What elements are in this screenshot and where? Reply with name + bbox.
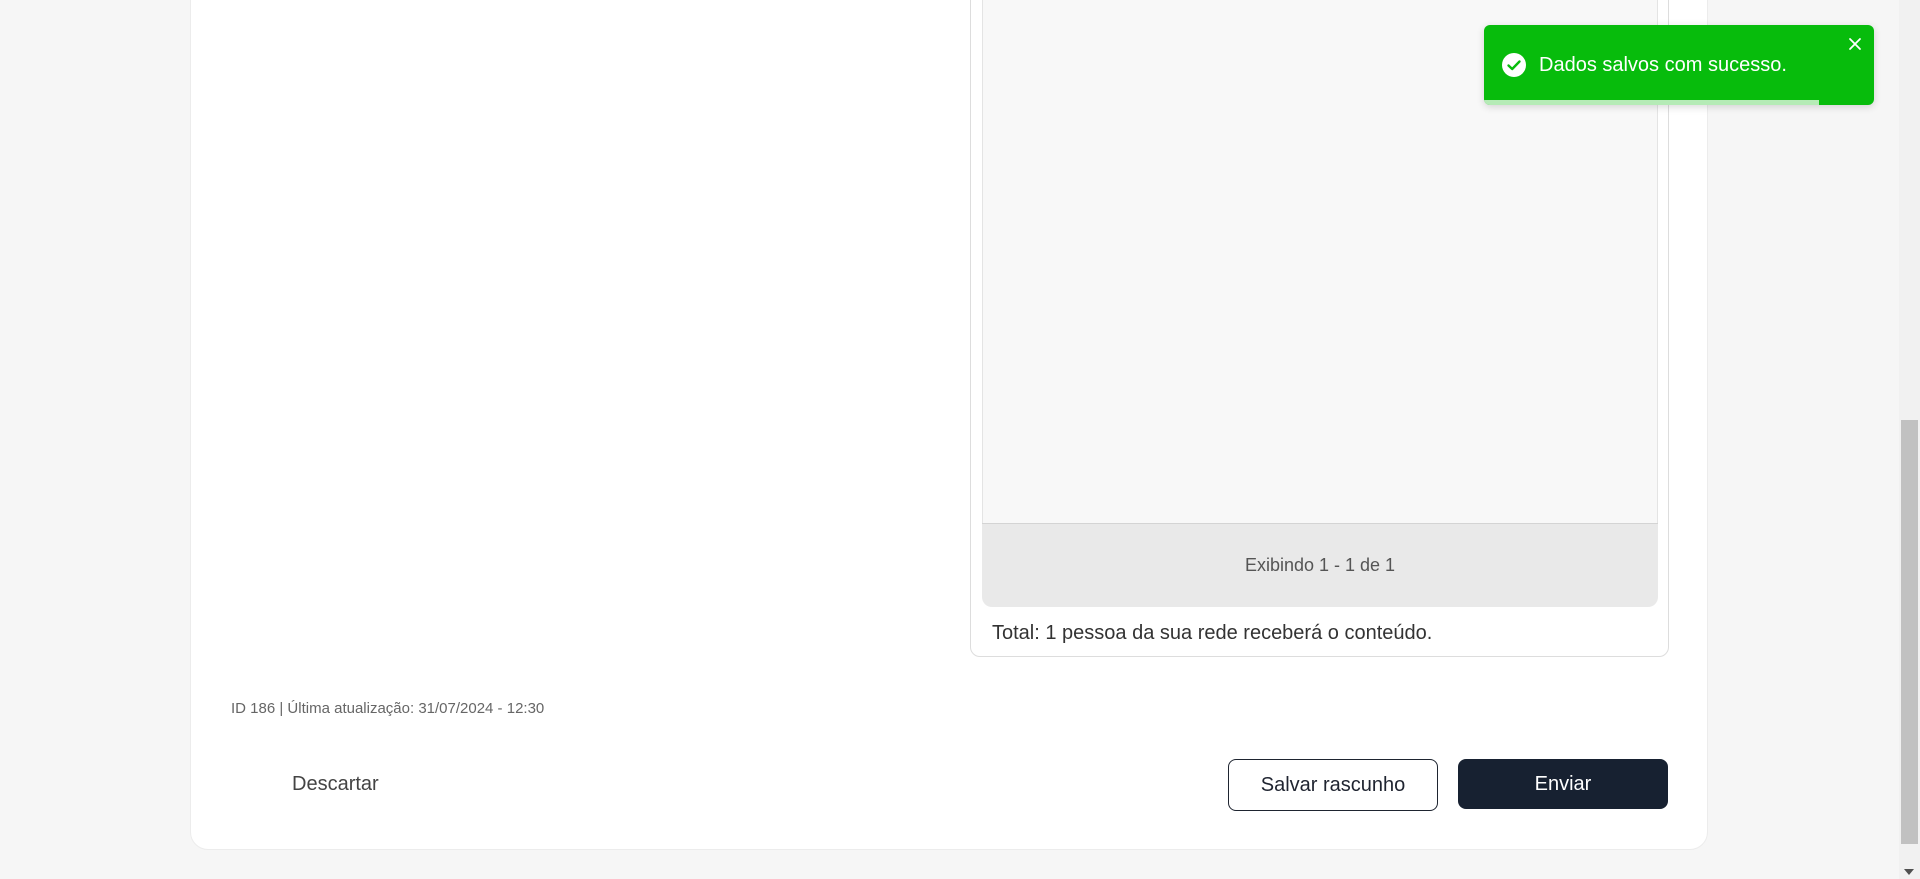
record-meta: ID 186 | Última atualização: 31/07/2024 … <box>231 700 545 717</box>
success-toast: Dados salvos com sucesso. <box>1484 25 1874 105</box>
check-circle-icon <box>1502 53 1526 77</box>
discard-button[interactable]: Descartar <box>292 773 379 796</box>
page-scrollbar[interactable] <box>1899 0 1920 879</box>
toast-progress-bar <box>1484 100 1820 105</box>
send-button[interactable]: Enviar <box>1458 759 1668 809</box>
close-icon[interactable] <box>1846 35 1864 53</box>
recipients-total: Total: 1 pessoa da sua rede receberá o c… <box>992 622 1433 644</box>
scroll-thumb[interactable] <box>1901 420 1918 844</box>
toast-message: Dados salvos com sucesso. <box>1539 54 1787 76</box>
pagination-info: Exibindo 1 - 1 de 1 <box>982 523 1658 607</box>
scroll-down-arrow-icon[interactable] <box>1904 869 1914 875</box>
save-draft-button[interactable]: Salvar rascunho <box>1228 759 1438 811</box>
page: Exibindo 1 - 1 de 1 Total: 1 pessoa da s… <box>0 0 1920 879</box>
pagination-text: Exibindo 1 - 1 de 1 <box>1244 555 1396 575</box>
